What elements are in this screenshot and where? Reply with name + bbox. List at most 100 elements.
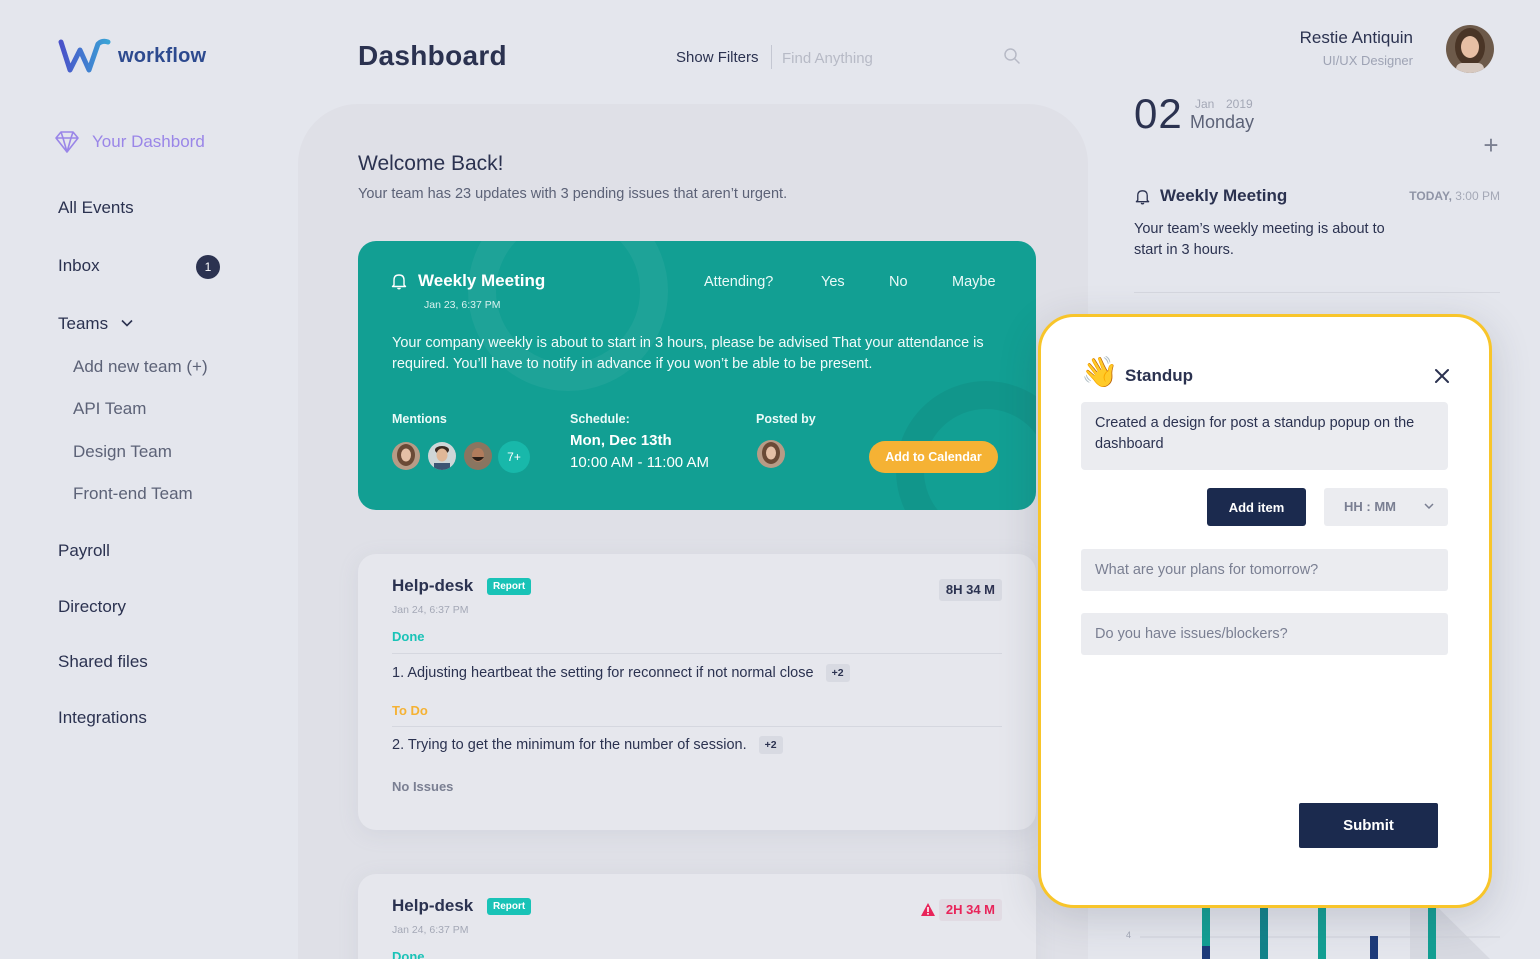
divider (1134, 292, 1500, 293)
schedule-label: Schedule: (570, 412, 630, 426)
divider (392, 653, 1002, 654)
workflow-logo-icon (58, 38, 111, 73)
chevron-down-icon (1424, 503, 1434, 510)
task-title: Help-desk (392, 896, 474, 915)
attend-no-button[interactable]: No (889, 274, 908, 290)
avatar[interactable] (462, 440, 494, 472)
search-input[interactable] (782, 46, 1002, 70)
done-label: Done (392, 949, 425, 959)
posted-by-label: Posted by (756, 412, 816, 426)
more-count-badge[interactable]: +2 (825, 664, 850, 682)
sidebar-item-label: Your Dashbord (92, 132, 205, 151)
report-tag: Report (487, 898, 532, 915)
plans-input[interactable] (1081, 549, 1448, 591)
meeting-card[interactable]: Weekly Meeting Jan 23, 6:37 PM Attending… (358, 241, 1036, 510)
sidebar-item-api-team[interactable]: API Team (73, 399, 146, 419)
meeting-body: Your company weekly is about to start in… (392, 335, 984, 372)
more-mentions-button[interactable]: 7+ (498, 441, 530, 473)
todo-label: To Do (392, 703, 428, 718)
sidebar-item-design-team[interactable]: Design Team (73, 442, 172, 462)
task-card[interactable]: Help-desk Report Jan 24, 6:37 PM 2H 34 M… (358, 874, 1036, 959)
waving-hand-icon: 👋 (1081, 356, 1119, 389)
avatar[interactable] (426, 440, 458, 472)
add-item-button[interactable]: Add item (1207, 488, 1306, 526)
user-avatar-image (1446, 25, 1494, 73)
calendar-weekday: Monday (1190, 112, 1255, 132)
time-select-value: HH : MM (1344, 499, 1396, 514)
calendar-day: 02 (1134, 90, 1183, 137)
task-date: Jan 24, 6:37 PM (392, 924, 469, 936)
task-item-text: 1. Adjusting heartbeat the setting for r… (392, 665, 814, 681)
reminder-time: TODAY, 3:00 PM (1409, 189, 1500, 203)
task-title: Help-desk (392, 576, 474, 595)
reminder-clock: 3:00 PM (1455, 189, 1500, 203)
sidebar-item-label: Teams (58, 314, 109, 333)
more-count-badge[interactable]: +2 (758, 736, 783, 754)
submit-button[interactable]: Submit (1299, 803, 1438, 848)
chevron-down-icon (121, 319, 133, 327)
avatar[interactable] (1446, 25, 1494, 73)
chart-bar (1370, 936, 1378, 959)
calendar-month: Jan (1195, 97, 1215, 111)
chart-tick-label: 4 (1126, 930, 1132, 940)
sidebar-item-frontend-team[interactable]: Front-end Team (73, 484, 193, 504)
attend-maybe-button[interactable]: Maybe (952, 274, 996, 290)
page-title: Dashboard (358, 40, 507, 71)
list-item[interactable]: 1. Adjusting heartbeat the setting for r… (392, 664, 850, 682)
mentions-label: Mentions (392, 412, 447, 426)
sidebar-item-payroll[interactable]: Payroll (58, 541, 110, 561)
add-to-calendar-button[interactable]: Add to Calendar (869, 441, 998, 473)
mention-avatar-image (392, 442, 420, 470)
no-issues-label: No Issues (392, 779, 454, 794)
mention-avatar-image (428, 442, 456, 470)
divider (771, 45, 772, 69)
welcome-title: Welcome Back! (358, 152, 504, 175)
user-name: Restie Antiquin (1299, 28, 1413, 47)
task-card[interactable]: Help-desk Report Jan 24, 6:37 PM 8H 34 M… (358, 554, 1036, 830)
sidebar-item-inbox[interactable]: Inbox (58, 256, 100, 276)
close-icon[interactable] (1434, 368, 1450, 384)
poster-avatar-image (757, 440, 785, 468)
task-duration-badge: 2H 34 M (938, 899, 1002, 921)
schedule-day: Mon, Dec 13th (570, 432, 672, 449)
sidebar-item-dashboard[interactable]: Your Dashbord (54, 130, 205, 154)
task-item-text: 2. Trying to get the minimum for the num… (392, 737, 747, 753)
reminder-title[interactable]: Weekly Meeting (1160, 186, 1287, 206)
standup-entry[interactable]: Created a design for post a standup popu… (1081, 402, 1448, 470)
sidebar-item-integrations[interactable]: Integrations (58, 708, 147, 728)
divider (392, 726, 1002, 727)
bell-icon (1135, 190, 1150, 205)
calendar-year: 2019 (1226, 97, 1253, 111)
task-date: Jan 24, 6:37 PM (392, 604, 469, 616)
avatar[interactable] (755, 438, 787, 470)
sidebar-item-all-events[interactable]: All Events (58, 198, 134, 218)
time-select[interactable]: HH : MM (1324, 488, 1448, 526)
avatar[interactable] (390, 440, 422, 472)
reminder-body: Your team’s weekly meeting is about to s… (1134, 221, 1385, 258)
app-logo[interactable]: workflow (58, 38, 206, 74)
show-filters-button[interactable]: Show Filters (676, 49, 759, 66)
main-panel (298, 104, 1088, 959)
sidebar-item-teams[interactable]: Teams (58, 314, 133, 334)
modal-title: Standup (1125, 366, 1193, 385)
add-event-button[interactable]: + (1480, 132, 1502, 158)
sidebar-item-shared-files[interactable]: Shared files (58, 652, 148, 672)
diamond-icon (55, 131, 79, 153)
sidebar-item-directory[interactable]: Directory (58, 597, 126, 617)
list-item[interactable]: 2. Trying to get the minimum for the num… (392, 736, 783, 754)
meeting-title: Weekly Meeting (418, 271, 546, 290)
reminder-day: TODAY, (1409, 189, 1452, 203)
user-role: UI/UX Designer (1322, 53, 1413, 68)
warning-icon (921, 903, 935, 916)
issues-input[interactable] (1081, 613, 1448, 655)
welcome-subtitle: Your team has 23 updates with 3 pending … (358, 186, 788, 202)
done-label: Done (392, 629, 425, 644)
attending-label: Attending? (704, 274, 774, 290)
search-icon[interactable] (1003, 47, 1021, 65)
sidebar-item-add-team[interactable]: Add new team (+) (73, 357, 208, 377)
attend-yes-button[interactable]: Yes (821, 274, 845, 290)
schedule-time: 10:00 AM - 11:00 AM (570, 454, 709, 471)
meeting-date: Jan 23, 6:37 PM (424, 299, 501, 311)
bell-icon (391, 274, 407, 290)
app-name: workflow (118, 44, 207, 67)
